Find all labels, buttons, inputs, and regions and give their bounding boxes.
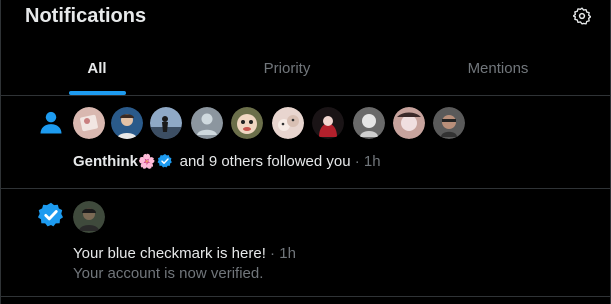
- timestamp: 1h: [279, 245, 296, 262]
- verified-message: Your blue checkmark is here!: [73, 245, 266, 262]
- avatar[interactable]: [111, 107, 143, 139]
- separator: ·: [350, 153, 364, 170]
- notification-verified[interactable]: Your blue checkmark is here! · 1h Your a…: [1, 189, 611, 297]
- header: Notifications: [1, 0, 611, 36]
- avatar[interactable]: [191, 107, 223, 139]
- tab-priority[interactable]: Priority: [193, 36, 381, 96]
- tab-mentions[interactable]: Mentions: [391, 36, 605, 96]
- avatar[interactable]: [353, 107, 385, 139]
- avatar[interactable]: [393, 107, 425, 139]
- notification-follow[interactable]: Genthink🌸 and 9 others followed you · 1h: [1, 96, 611, 189]
- verified-badge-icon: [157, 154, 173, 168]
- avatar[interactable]: [433, 107, 465, 139]
- avatar[interactable]: [73, 107, 105, 139]
- tab-all[interactable]: All: [1, 36, 193, 96]
- avatar[interactable]: [272, 107, 304, 139]
- avatar[interactable]: [312, 107, 344, 139]
- notification-subtitle: Your account is now verified.: [73, 265, 264, 282]
- follow-text: and 9 others followed you: [175, 153, 351, 170]
- page-title: Notifications: [25, 5, 147, 27]
- person-icon: [40, 111, 62, 134]
- avatar[interactable]: [150, 107, 182, 139]
- avatar[interactable]: [231, 107, 263, 139]
- active-tab-indicator: [69, 91, 126, 95]
- tab-bar: All Priority Mentions: [1, 36, 611, 96]
- timestamp: 1h: [363, 153, 381, 170]
- notifications-panel: Notifications All Priority Mentions Gent…: [0, 0, 611, 304]
- notification-title: Your blue checkmark is here! · 1h: [73, 244, 296, 264]
- notification-text: Genthink🌸 and 9 others followed you · 1h: [73, 151, 381, 172]
- gear-icon[interactable]: [573, 7, 591, 25]
- user-name[interactable]: Genthink: [73, 153, 138, 170]
- flower-emoji: 🌸: [138, 153, 156, 169]
- avatar[interactable]: [73, 201, 105, 233]
- verified-badge-icon: [37, 202, 64, 227]
- separator: ·: [265, 245, 280, 262]
